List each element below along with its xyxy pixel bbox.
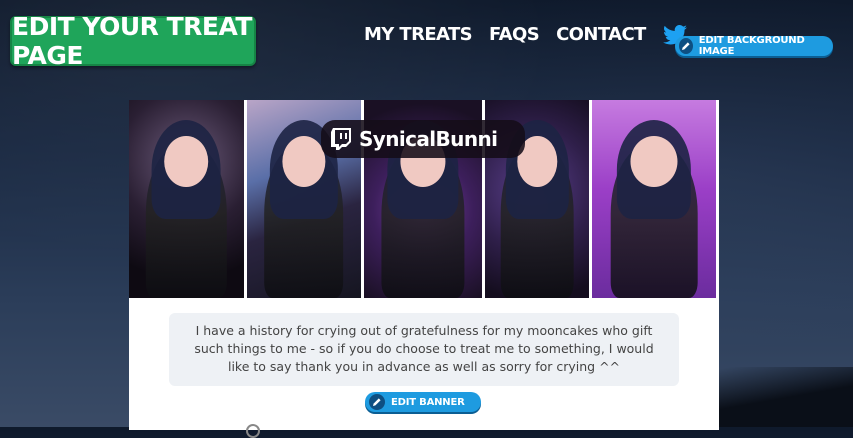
twitch-icon — [331, 128, 351, 150]
pencil-icon — [369, 394, 385, 410]
bio-text: I have a history for crying out of grate… — [169, 313, 679, 386]
treat-card: SynicalBunni I have a history for crying… — [129, 100, 719, 438]
edit-treat-page-button[interactable]: EDIT YOUR TREAT PAGE — [10, 12, 256, 70]
edit-background-image-button[interactable]: EDIT BACKGROUND IMAGE — [675, 35, 833, 57]
nav-faqs[interactable]: FAQS — [489, 24, 540, 45]
banner-art-1 — [129, 100, 244, 298]
banner-art-5 — [592, 100, 716, 298]
edit-banner-label: EDIT BANNER — [391, 396, 465, 408]
pencil-icon — [679, 38, 693, 54]
main-nav: MY TREATS FAQS CONTACT — [364, 24, 687, 45]
edit-background-label: EDIT BACKGROUND IMAGE — [698, 35, 805, 57]
streamer-badge[interactable]: SynicalBunni — [321, 120, 525, 158]
banner: SynicalBunni — [129, 100, 719, 298]
nav-contact[interactable]: CONTACT — [556, 24, 646, 45]
nav-my-treats[interactable]: MY TREATS — [364, 24, 473, 45]
streamer-name: SynicalBunni — [359, 127, 498, 151]
edit-banner-button[interactable]: EDIT BANNER — [365, 392, 481, 412]
avatar — [246, 424, 260, 438]
